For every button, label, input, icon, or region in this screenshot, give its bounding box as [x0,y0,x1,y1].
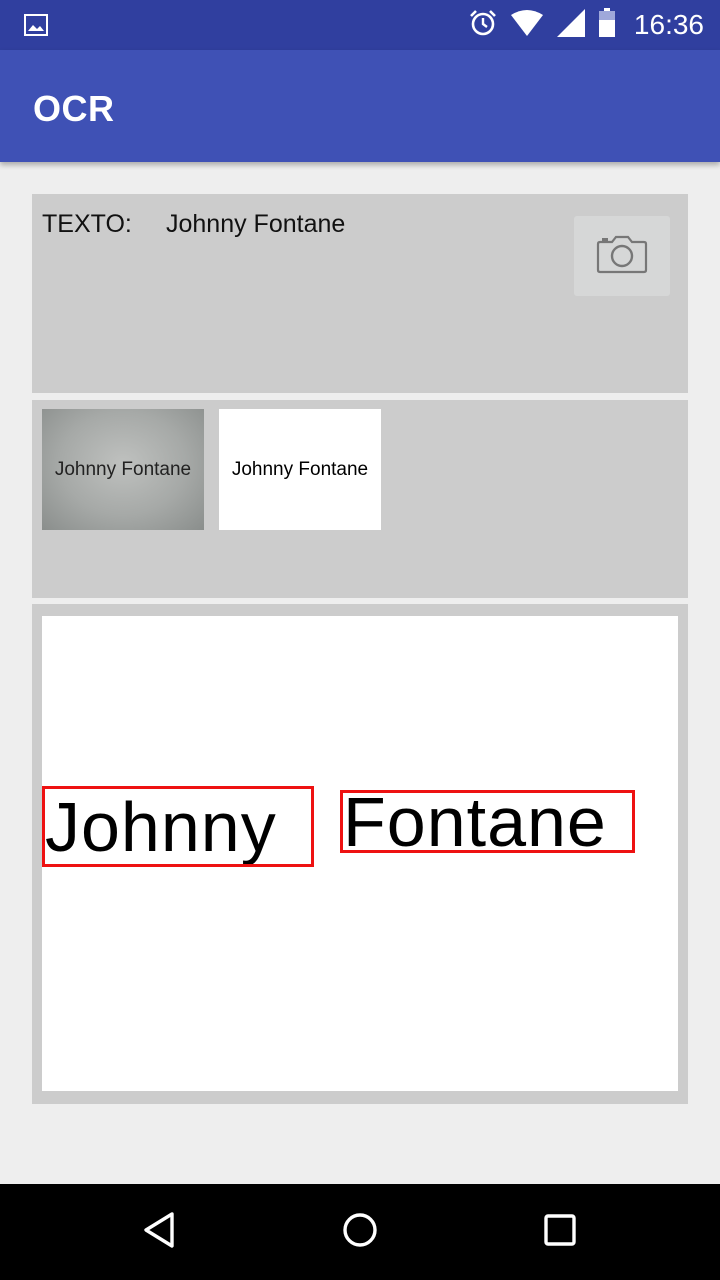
signal-icon [556,8,586,43]
texto-label: TEXTO: [42,210,132,238]
camera-button[interactable] [574,216,670,296]
battery-icon [598,7,616,43]
detected-word: Johnny [45,787,277,866]
app-title: OCR [33,88,115,129]
thumbnail-text: Johnny Fontane [54,458,192,480]
alarm-icon [468,8,498,43]
thumbnail-text: Johnny Fontane [231,458,369,480]
word-bounding-box: Johnny [42,786,314,867]
detected-word: Fontane [343,790,607,853]
back-button[interactable] [136,1208,184,1256]
wifi-icon [510,9,544,42]
home-icon [340,1210,380,1255]
detection-image: Johnny Fontane [42,616,678,1091]
recognized-text-value: Johnny Fontane [166,210,346,238]
navigation-bar [0,1184,720,1280]
home-button[interactable] [336,1208,384,1256]
recognized-text-panel: TEXTO: Johnny Fontane [32,194,688,393]
recents-icon [540,1210,580,1255]
binarized-thumbnail[interactable]: Johnny Fontane [219,409,381,530]
status-time: 16:36 [633,9,704,40]
detection-panel: Johnny Fontane [32,604,688,1104]
app-bar: OCR [0,50,720,162]
image-notification-icon [24,14,48,36]
thumbnails-panel: Johnny Fontane Johnny Fontane [32,400,688,598]
camera-icon [596,234,648,279]
grayscale-thumbnail[interactable]: Johnny Fontane [42,409,204,530]
status-icons: 16:36 [468,0,704,50]
status-bar: 16:36 [0,0,720,50]
word-bounding-box: Fontane [340,790,635,853]
back-icon [140,1210,180,1255]
recents-button[interactable] [536,1208,584,1256]
